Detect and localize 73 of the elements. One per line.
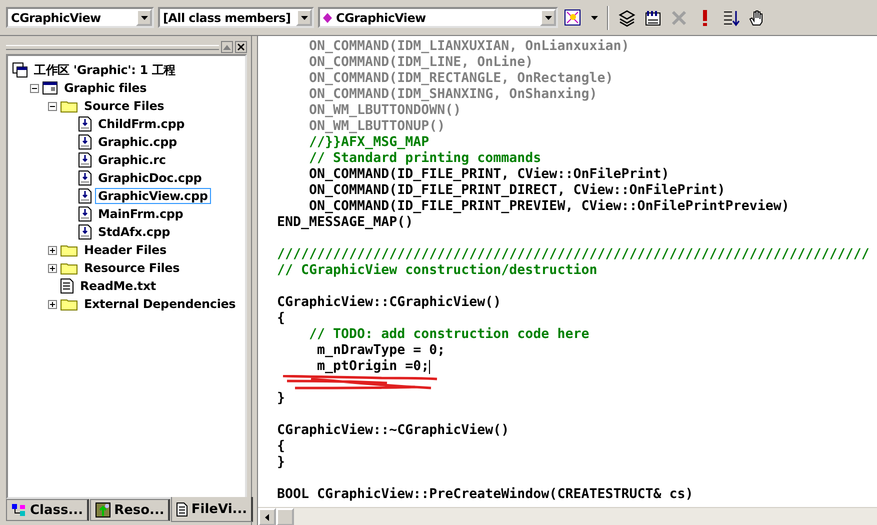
pane-tab[interactable]: Reso... [90, 499, 170, 521]
code-line: m_nDrawType = 0; [316, 343, 446, 359]
code-line: ON_COMMAND(ID_FILE_PRINT, CView::OnFilePrint) [308, 167, 670, 183]
collapse-icon[interactable] [30, 84, 39, 92]
class-combo[interactable]: CGraphicView [6, 7, 154, 28]
expand-icon[interactable] [48, 300, 57, 308]
folder-icon [60, 261, 78, 275]
code-line: CGraphicView::CGraphicView() [277, 295, 502, 311]
code-line: // Standard printing commands [308, 151, 542, 167]
code-line: ON_WM_LBUTTONDOWN() [308, 103, 462, 119]
code-line: ON_COMMAND(IDM_LIANXUXIAN, OnLianxuxian) [308, 39, 630, 55]
pane-tab[interactable]: Class... [6, 499, 90, 521]
source-file-icon [78, 152, 92, 168]
tree-item[interactable]: Graphic files [61, 80, 150, 96]
source-file-icon [78, 170, 92, 186]
tree-item[interactable]: Graphic.cpp [95, 134, 180, 150]
code-line: { [277, 439, 286, 455]
diamond-icon [323, 12, 332, 22]
code-line: ON_COMMAND(ID_FILE_PRINT_DIRECT, CView::OnFilePrint) [308, 183, 726, 199]
code-line: m_ptOrigin =0; [316, 359, 430, 375]
source-file-icon [78, 134, 92, 150]
source-file-icon [78, 188, 92, 204]
resource-view-icon [95, 502, 112, 518]
code-line: ON_COMMAND(IDM_LINE, OnLine) [308, 55, 534, 71]
code-line: //}}AFX_MSG_MAP [308, 135, 430, 151]
text-file-icon [60, 278, 74, 294]
tree-item[interactable]: MainFrm.cpp [95, 206, 186, 222]
member-combo[interactable]: CGraphicView [318, 7, 558, 28]
tree-item[interactable]: Source Files [81, 98, 168, 114]
tree-item[interactable]: GraphicDoc.cpp [95, 170, 205, 186]
tree-item[interactable]: External Dependencies [81, 296, 239, 312]
tree-item[interactable]: 工作区 'Graphic': 1 工程 [31, 60, 178, 80]
filter-combo[interactable]: [All class members] [158, 7, 314, 28]
pane-tab[interactable]: FileVi... [171, 497, 254, 522]
code-line: ON_COMMAND(IDM_SHANXING, OnShanxing) [308, 87, 598, 103]
source-file-icon [78, 224, 92, 240]
dropdown-icon[interactable] [296, 9, 312, 26]
code-line: ON_WM_LBUTTONUP() [308, 119, 446, 135]
dropdown-icon[interactable] [540, 9, 556, 26]
folder-icon [60, 243, 78, 257]
scroll-left-icon[interactable] [258, 508, 276, 525]
code-line: ON_COMMAND(ID_FILE_PRINT_PREVIEW, CView::OnFilePrintPreview) [308, 199, 790, 215]
expand-icon[interactable] [48, 264, 57, 272]
tree-item[interactable]: ChildFrm.cpp [95, 116, 188, 132]
folder-icon [60, 297, 78, 311]
close-icon[interactable] [235, 41, 247, 53]
class-view-icon [11, 503, 27, 517]
code-line: { [277, 311, 286, 327]
code-line: } [277, 391, 286, 407]
tree-item[interactable]: Resource Files [81, 260, 183, 276]
code-line: } [277, 455, 286, 471]
tree-item[interactable]: GraphicView.cpp [95, 188, 211, 204]
code-line: // TODO: add construction code here [308, 327, 590, 343]
code-line: // CGraphicView construction/destruction [277, 263, 598, 279]
code-line: BOOL CGraphicView::PreCreateWindow(CREATESTRUCT& cs) [277, 487, 694, 503]
scroll-thumb[interactable] [276, 508, 294, 525]
tree-item[interactable]: ReadMe.txt [77, 278, 159, 294]
code-line: ////////////////////////////////////////////////////////////////////////// [277, 247, 870, 263]
code-line: CGraphicView::~CGraphicView() [277, 423, 510, 439]
folder-icon [60, 99, 78, 113]
file-view-icon [176, 502, 188, 516]
tree-item[interactable]: StdAfx.cpp [95, 224, 174, 240]
project-icon [42, 80, 58, 96]
dropdown-icon[interactable] [136, 9, 152, 26]
tree-item[interactable]: Graphic.rc [95, 152, 169, 168]
tree-item[interactable]: Header Files [81, 242, 170, 258]
workspace-icon [12, 62, 28, 78]
source-file-icon [78, 116, 92, 132]
code-line: END_MESSAGE_MAP() [277, 215, 414, 231]
collapse-icon[interactable] [48, 102, 57, 110]
source-file-icon [78, 206, 92, 222]
code-line: ON_COMMAND(IDM_RECTANGLE, OnRectangle) [308, 71, 614, 87]
expand-icon[interactable] [48, 246, 57, 254]
